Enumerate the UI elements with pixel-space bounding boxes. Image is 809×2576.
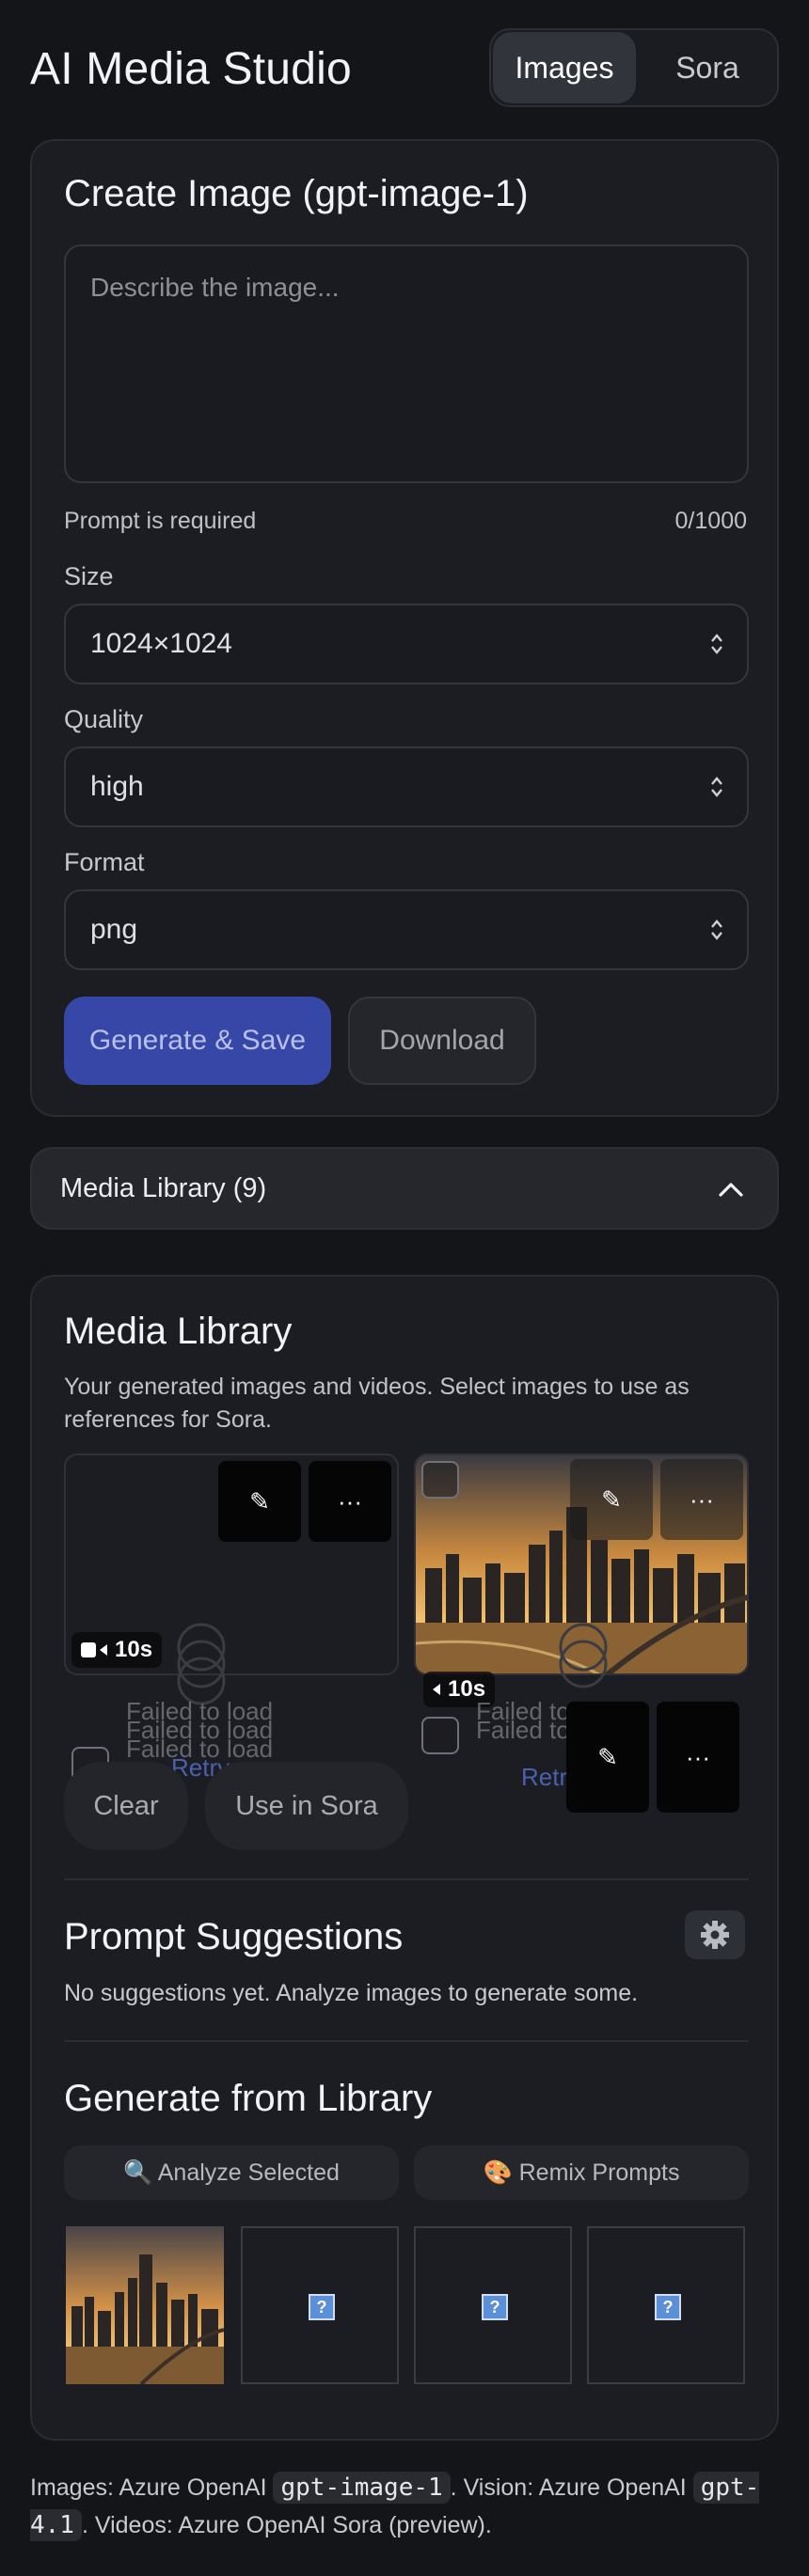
media-library-subtitle: Your generated images and videos. Select… [64, 1374, 690, 1433]
camera-icon [433, 1684, 440, 1695]
broken-image-icon: ? [309, 2294, 335, 2320]
divider [64, 2040, 749, 2042]
generate-save-button[interactable]: Generate & Save [64, 997, 331, 1085]
remix-prompts-button[interactable]: 🎨 Remix Prompts [414, 2145, 749, 2200]
loading-spinner-icon [559, 1623, 608, 1689]
clear-button[interactable]: Clear [64, 1762, 188, 1850]
create-image-card: Create Image (gpt-image-1) Describe the … [30, 139, 779, 1117]
media-library-title: Media Library [64, 1311, 293, 1352]
media-library-card: Media Library Your generated images and … [30, 1275, 779, 2441]
prompt-placeholder: Describe the image... [90, 273, 340, 302]
use-in-sora-button[interactable]: Use in Sora [205, 1762, 408, 1850]
media-library-toggle-label: Media Library (9) [60, 1173, 267, 1203]
media-tile[interactable]: ✎ ··· 10s [64, 1453, 399, 1675]
analyze-selected-button[interactable]: 🔍 Analyze Selected [64, 2145, 399, 2200]
suggestions-settings-button[interactable] [685, 1910, 745, 1959]
size-select[interactable]: 1024×1024 [64, 604, 749, 684]
more-options-button[interactable]: ··· [309, 1461, 391, 1542]
format-select[interactable]: png [64, 889, 749, 970]
download-button[interactable]: Download [348, 997, 536, 1085]
load-error-text: Failed to load Failed to load Failed to lo… [126, 1697, 274, 1763]
prompt-suggestions-title: Prompt Suggestions [64, 1916, 404, 1957]
video-icon [81, 1642, 96, 1657]
prompt-textarea[interactable]: Describe the image... [64, 244, 749, 483]
select-checkbox[interactable] [421, 1717, 459, 1754]
char-count: 0/1000 [674, 508, 747, 534]
library-thumbnail[interactable] [66, 2226, 225, 2386]
quality-select[interactable]: high [64, 746, 749, 827]
edit-button[interactable]: ✎ [218, 1461, 301, 1542]
select-chevron-icon [711, 919, 722, 940]
library-thumbnail[interactable]: ? [241, 2226, 399, 2384]
size-value: 1024×1024 [90, 628, 232, 659]
edit-button[interactable]: ✎ [566, 1702, 649, 1813]
chevron-up-icon [719, 1183, 743, 1197]
footer-text: Images: Azure OpenAI [30, 2474, 274, 2501]
format-value: png [90, 914, 138, 945]
generate-from-library-title: Generate from Library [64, 2078, 433, 2119]
thumbnail-image [66, 2226, 225, 2386]
more-options-button[interactable]: ··· [660, 1459, 743, 1540]
tab-images[interactable]: Images [493, 32, 636, 103]
prompt-validation: Prompt is required [64, 508, 257, 534]
create-image-title: Create Image (gpt-image-1) [64, 173, 529, 214]
suggestions-empty-text: No suggestions yet. Analyze images to ge… [64, 1980, 639, 2006]
library-thumbnail[interactable]: ? [414, 2226, 572, 2384]
top-bar: AI Media Studio Images Sora [30, 28, 779, 109]
quality-label: Quality [64, 705, 144, 733]
library-thumbnail[interactable]: ? [587, 2226, 745, 2384]
select-chevron-icon [711, 634, 722, 654]
quality-value: high [90, 771, 144, 802]
broken-image-icon: ? [482, 2294, 508, 2320]
tab-sora[interactable]: Sora [642, 32, 773, 103]
select-checkbox[interactable] [421, 1461, 459, 1499]
more-options-button[interactable]: ··· [657, 1702, 739, 1813]
format-label: Format [64, 848, 145, 876]
footer-note: Images: Azure OpenAI gpt-image-1. Vision… [30, 2469, 783, 2544]
size-label: Size [64, 562, 114, 590]
footer-text: . Vision: Azure OpenAI [450, 2474, 693, 2501]
duration-label: 10s [115, 1637, 153, 1662]
select-chevron-icon [711, 777, 722, 797]
media-library-toggle[interactable]: Media Library (9) [30, 1147, 779, 1230]
video-duration-badge: 10s [71, 1632, 163, 1668]
app-title: AI Media Studio [30, 44, 352, 94]
edit-button[interactable]: ✎ [570, 1459, 653, 1540]
mode-switch: Images Sora [489, 28, 779, 107]
camera-icon [100, 1644, 107, 1656]
broken-image-icon: ? [655, 2294, 681, 2320]
gear-icon [701, 1921, 729, 1949]
footer-text: . Videos: Azure OpenAI Sora (preview). [81, 2512, 492, 2538]
model-code: gpt-image-1 [273, 2472, 451, 2504]
divider [64, 1878, 749, 1880]
